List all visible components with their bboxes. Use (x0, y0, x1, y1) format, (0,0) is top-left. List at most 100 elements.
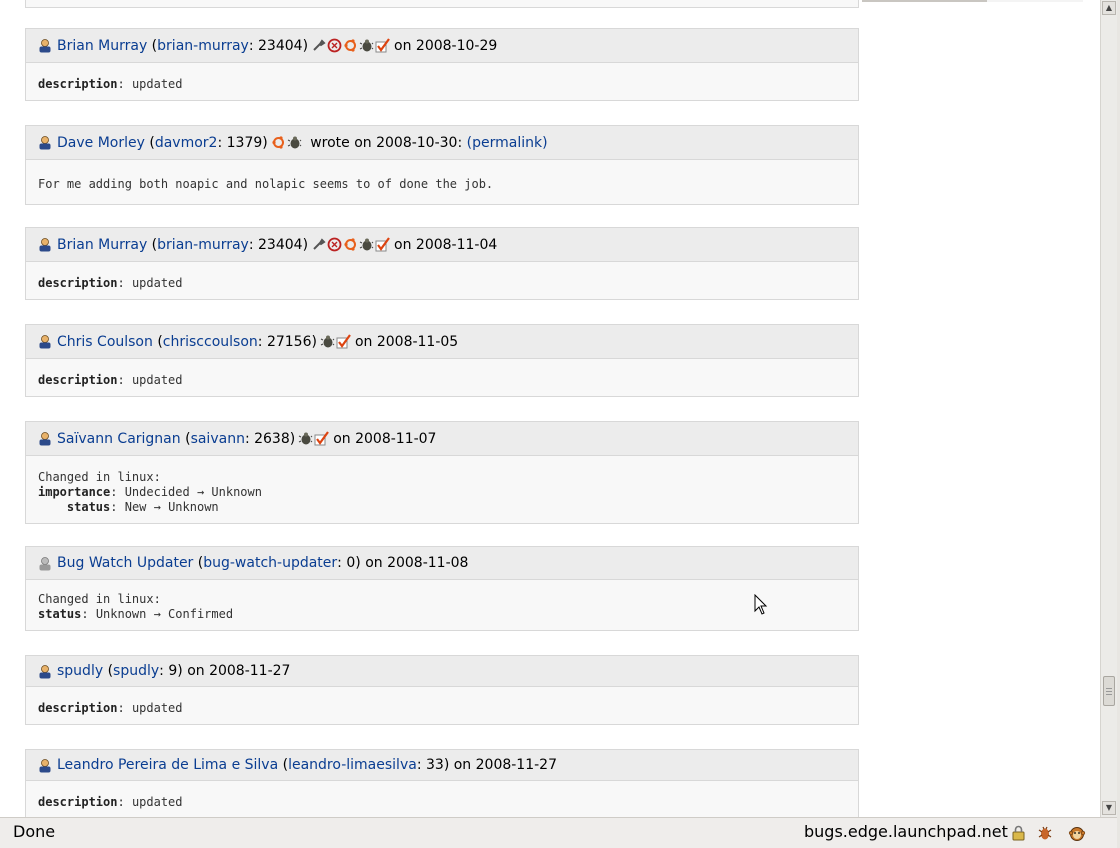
entry-header: Chris Coulson (chrisccoulson: 27156) on … (26, 325, 858, 359)
person-icon (39, 335, 51, 349)
field-value: Unknown → Confirmed (95, 607, 234, 621)
field-key: description (38, 795, 118, 809)
ubuntu-red-icon (327, 237, 342, 252)
entry-header: Brian Murray (brian-murray: 23404) on 20… (26, 29, 858, 63)
karma: 0 (346, 555, 356, 571)
comment-text: For me adding both noapic and nolapic se… (38, 177, 494, 191)
person-link[interactable]: Leandro Pereira de Lima e Silva (57, 757, 278, 773)
person-icon (39, 432, 51, 446)
entry-date: on 2008-10-29 (394, 37, 498, 54)
person-link[interactable]: Saïvann Carignan (57, 431, 181, 447)
status-host: bugs.edge.launchpad.net (804, 822, 1008, 841)
badge-icons (311, 237, 391, 252)
field-value: New → Unknown (124, 500, 219, 514)
scroll-thumb[interactable] (1103, 676, 1115, 706)
check-icon (375, 237, 390, 252)
entry-body: description: updated (38, 795, 183, 809)
changed-in-label: Changed in linux: (38, 592, 161, 606)
status-text: Done (13, 822, 56, 841)
username-link[interactable]: davmor2 (155, 135, 218, 151)
comment-entry: Dave Morley (davmor2: 1379) wrote on 200… (25, 125, 859, 205)
entry-body: Changed in linux: status: Unknown → Conf… (38, 592, 234, 621)
field-value: updated (131, 77, 183, 91)
username-link[interactable]: brian-murray (157, 237, 249, 253)
scroll-up-button[interactable]: ▲ (1102, 1, 1116, 15)
username-link[interactable]: spudly (113, 663, 159, 679)
field-value: updated (131, 373, 183, 387)
field-value: updated (131, 276, 183, 290)
entry-date: on 2008-11-27 (187, 663, 291, 679)
person-link[interactable]: Brian Murray (57, 237, 147, 253)
person-link[interactable]: spudly (57, 663, 103, 679)
greasemonkey-icon[interactable] (1068, 824, 1086, 842)
badge-icons (271, 135, 303, 150)
firebug-icon[interactable] (1036, 824, 1054, 842)
badge-icons (298, 431, 330, 446)
field-key: status (38, 607, 82, 621)
entry-date: on 2008-11-08 (365, 555, 469, 571)
person-link[interactable]: Chris Coulson (57, 334, 153, 350)
person-icon (39, 238, 51, 252)
person-link[interactable]: Brian Murray (57, 38, 147, 54)
field-key: status (66, 500, 111, 514)
field-key: description (38, 77, 118, 91)
field-value: Undecided → Unknown (124, 485, 262, 499)
vertical-scrollbar[interactable]: ▲ ▼ (1100, 0, 1117, 817)
entry-header: Bug Watch Updater (bug-watch-updater: 0)… (26, 547, 858, 580)
person-link[interactable]: Dave Morley (57, 135, 145, 151)
entry-body: description: updated (38, 276, 183, 290)
entry-date: on 2008-11-05 (354, 333, 459, 350)
username-link[interactable]: chrisccoulson (163, 334, 258, 350)
entry-header: Leandro Pereira de Lima e Silva (leandro… (26, 750, 858, 781)
person-icon (39, 136, 51, 150)
check-icon (336, 334, 351, 349)
username-link[interactable]: brian-murray (157, 38, 249, 54)
username-link[interactable]: saivann (191, 431, 245, 447)
permalink-link[interactable]: (permalink) (467, 135, 548, 151)
field-key: description (38, 373, 118, 387)
karma: 23404 (258, 236, 303, 253)
activity-entry: Brian Murray (brian-murray: 23404) on 20… (25, 28, 859, 101)
badge-icons (320, 334, 352, 349)
karma: 33 (425, 757, 444, 773)
scroll-down-button[interactable]: ▼ (1102, 801, 1116, 815)
ubuntu-community-icon (344, 238, 357, 251)
change-entry: Saïvann Carignan (saivann: 2638) on 2008… (25, 421, 859, 524)
field-key: description (38, 701, 118, 715)
username-link[interactable]: leandro-limaesilva (288, 757, 417, 773)
entry-header: Saïvann Carignan (saivann: 2638) on 2008… (26, 422, 858, 456)
entry-body: description: updated (38, 373, 183, 387)
change-entry: Bug Watch Updater (bug-watch-updater: 0)… (25, 546, 859, 631)
person-link[interactable]: Bug Watch Updater (57, 555, 193, 571)
changed-in-label: Changed in linux: (38, 470, 161, 484)
karma: 1379 (226, 134, 263, 151)
activity-entry: Chris Coulson (chrisccoulson: 27156) on … (25, 324, 859, 397)
karma: 27156 (266, 333, 312, 350)
field-value: updated (131, 795, 183, 809)
check-icon (314, 431, 330, 446)
entry-date: on 2008-11-07 (333, 430, 437, 447)
bug-icon (359, 39, 374, 52)
entry-date: on 2008-11-27 (453, 757, 557, 773)
person-icon (39, 758, 51, 772)
bug-icon (359, 238, 374, 251)
ubuntu-community-icon (344, 39, 357, 52)
entry-header: spudly (spudly: 9) on 2008-11-27 (26, 656, 858, 687)
field-value: updated (131, 701, 183, 715)
entry-body: description: updated (38, 77, 183, 91)
entry-header: Dave Morley (davmor2: 1379) wrote on 200… (26, 126, 858, 160)
bug-icon (320, 335, 335, 348)
karma: 23404 (258, 37, 303, 54)
top-divider-light (987, 0, 1083, 2)
check-icon (375, 38, 390, 53)
entry-header: Brian Murray (brian-murray: 23404) on 20… (26, 228, 858, 262)
username-link[interactable]: bug-watch-updater (203, 555, 337, 571)
field-key: description (38, 276, 118, 290)
mouse-pointer-icon (754, 594, 768, 615)
entry-date: wrote on 2008-10-30: (310, 134, 463, 151)
status-bar: Done bugs.edge.launchpad.net (0, 817, 1117, 848)
lock-icon[interactable] (1011, 825, 1026, 841)
field-key: importance (38, 485, 111, 499)
ubuntu-red-icon (327, 38, 342, 53)
bug-icon (287, 136, 302, 149)
